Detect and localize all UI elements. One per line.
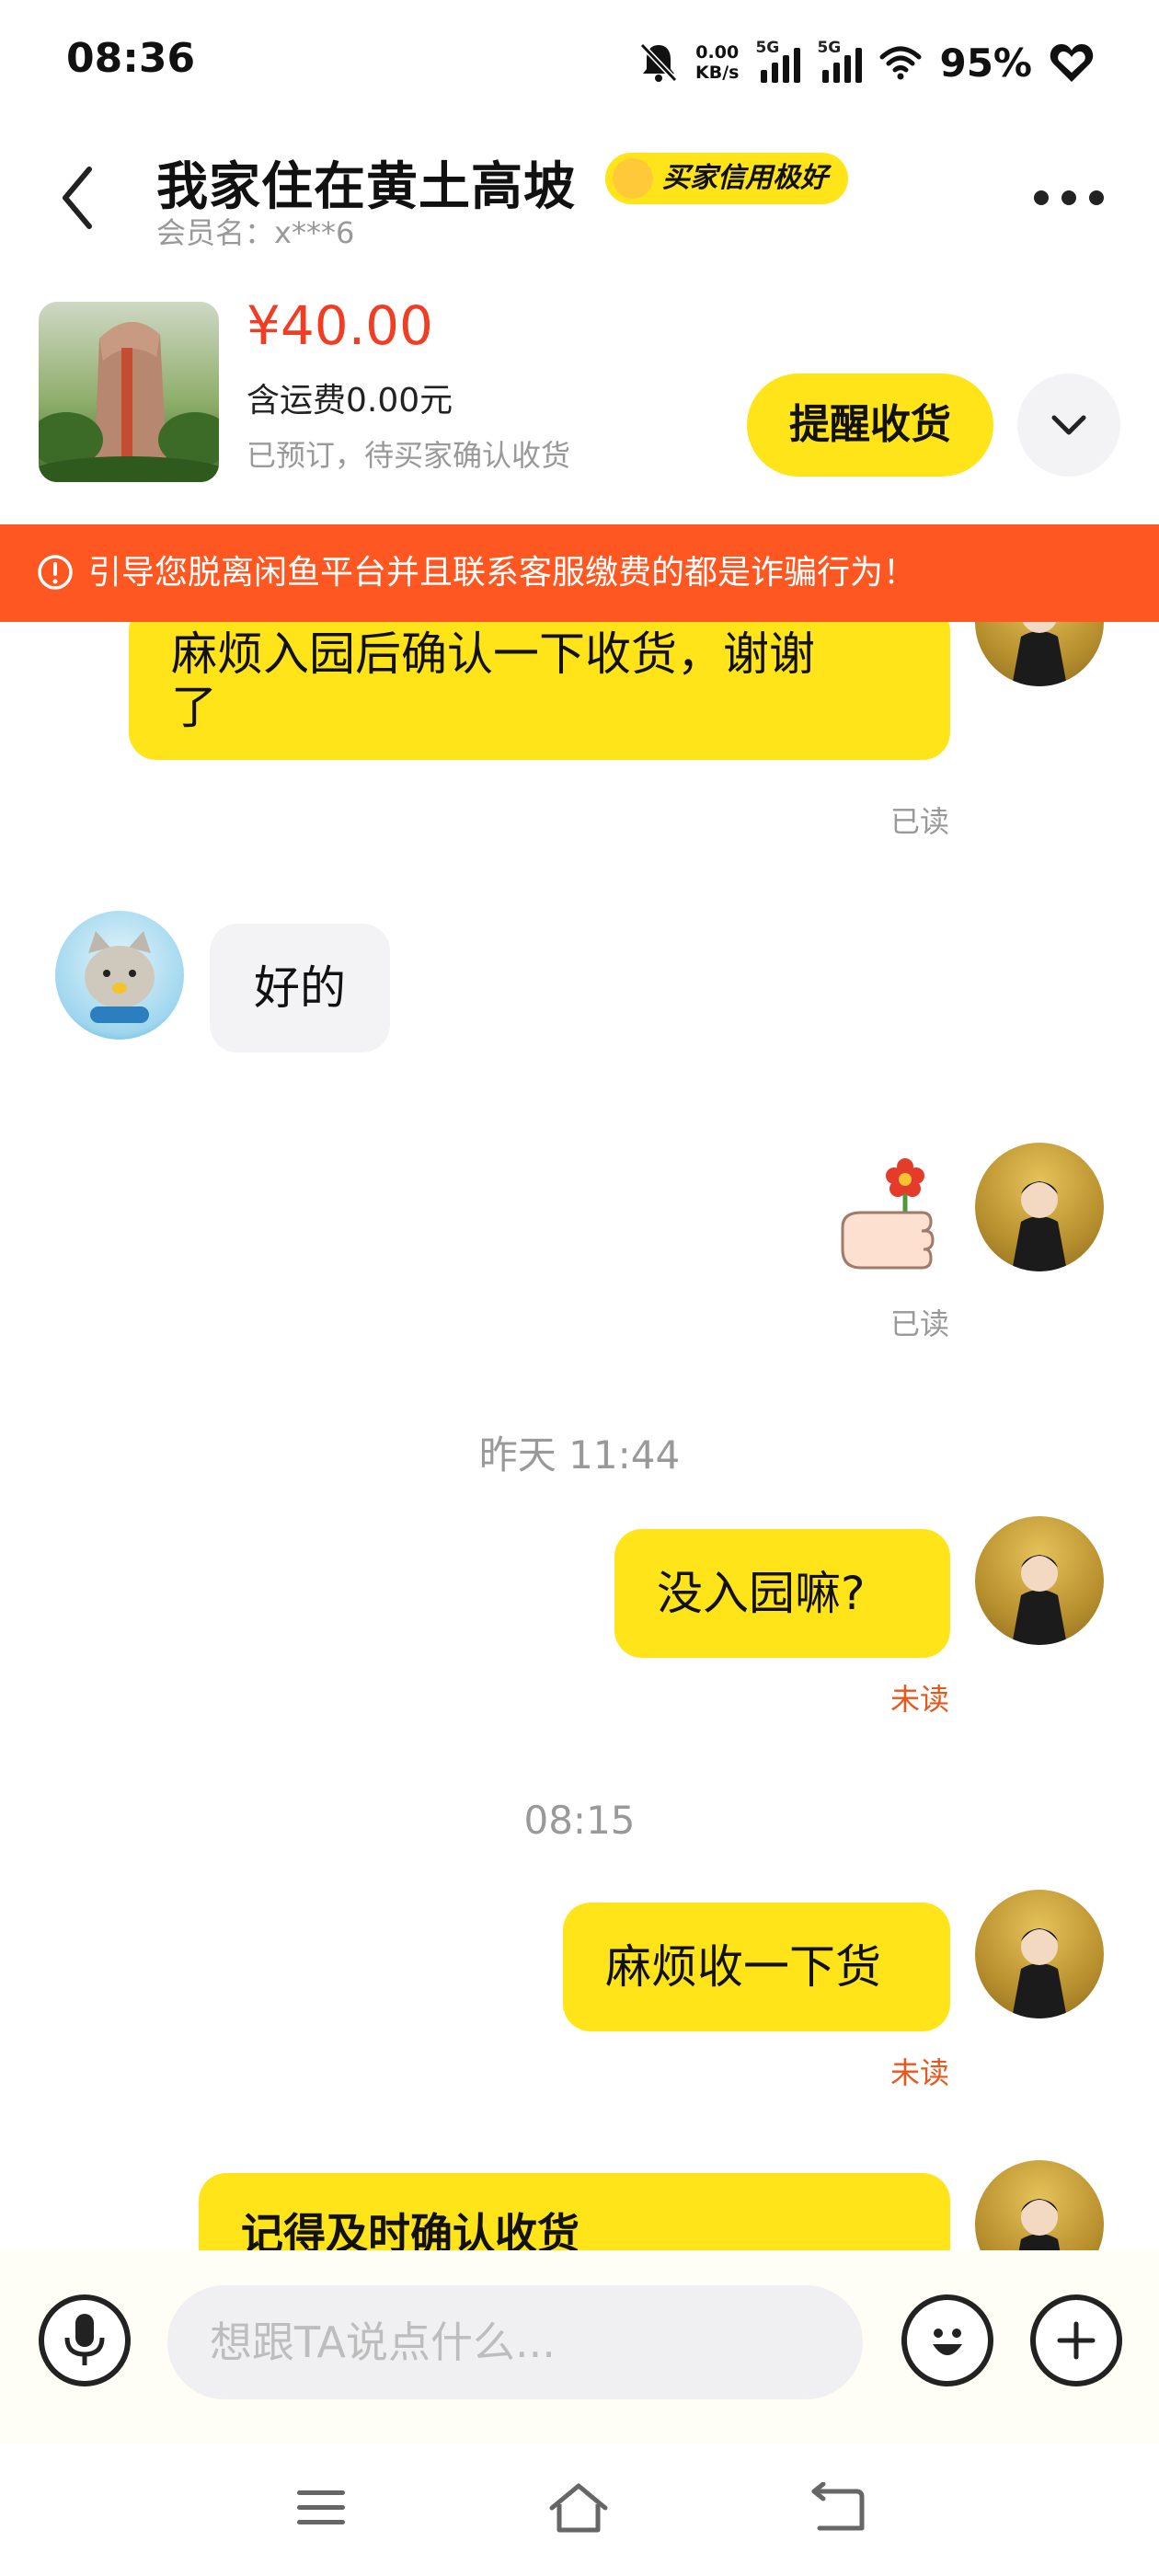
microphone-icon: [64, 2314, 105, 2365]
more-options-button[interactable]: [1034, 184, 1104, 212]
product-shipping: 含运费0.00元: [247, 382, 453, 420]
message-bubble[interactable]: 没入园嘛?: [614, 1529, 950, 1658]
message-text-line: 了: [171, 681, 217, 734]
read-status: 已读: [889, 1306, 949, 1341]
home-button[interactable]: [537, 2471, 620, 2545]
unread-status: 未读: [889, 1682, 949, 1717]
message-input-bar: [0, 2250, 1159, 2444]
my-avatar[interactable]: [975, 2160, 1104, 2250]
message-bubble[interactable]: 好的: [210, 924, 390, 1052]
chevron-down-icon: [1051, 415, 1086, 435]
wifi-icon: [879, 46, 922, 80]
status-bar: 08:36 0.00 KB/s 5G 5G 95%: [0, 0, 1159, 129]
my-avatar[interactable]: [975, 1516, 1104, 1645]
net-speed-unit: KB/s: [695, 63, 740, 83]
hand-flower-sticker[interactable]: [833, 1154, 944, 1281]
message-input[interactable]: [167, 2285, 863, 2399]
emoji-button[interactable]: [901, 2294, 993, 2386]
net-speed: 0.00 KB/s: [695, 42, 739, 83]
credit-badge: 买家信用极好: [605, 153, 848, 204]
read-status: 已读: [889, 804, 949, 839]
status-time: 08:36: [66, 35, 196, 82]
menu-button[interactable]: [280, 2471, 362, 2545]
message-bubble[interactable]: 麻烦入园后确认一下收货，谢谢 了: [129, 622, 950, 760]
unread-status: 未读: [889, 2055, 949, 2090]
other-avatar[interactable]: [55, 911, 184, 1040]
status-icons: 0.00 KB/s 5G 5G 95%: [638, 33, 1095, 92]
warning-text: 引导您脱离闲鱼平台并且联系客服缴费的都是诈骗行为！: [88, 554, 917, 592]
net-speed-value: 0.00: [695, 42, 740, 63]
timestamp: 昨天 11:44: [478, 1432, 681, 1478]
remind-receipt-button[interactable]: 提醒收货: [747, 374, 993, 477]
more-actions-button[interactable]: [1030, 2294, 1122, 2386]
chevron-left-icon: [63, 167, 92, 229]
order-status: 已预订，待买家确认收货: [247, 438, 571, 473]
smiley-icon: [933, 2329, 962, 2355]
my-avatar[interactable]: [975, 1890, 1104, 2018]
card-title: 记得及时确认收货: [241, 2209, 580, 2250]
product-price: ¥40.00: [247, 294, 433, 357]
timestamp: 08:15: [523, 1798, 636, 1843]
home-icon: [549, 2483, 608, 2533]
return-arrow-icon: [811, 2482, 865, 2531]
menu-icon: [297, 2490, 345, 2524]
product-card[interactable]: ¥40.00 含运费0.00元 已预订，待买家确认收货 提醒收货: [0, 285, 1159, 524]
page-title: 我家住在黄土高坡: [156, 157, 576, 217]
member-name: 会员名：x***6: [156, 215, 355, 250]
chat-header: 我家住在黄土高坡 买家信用极好 会员名：x***6: [0, 129, 1159, 285]
star-eyes-emoji-icon: [613, 158, 653, 199]
dot-icon: [1089, 190, 1104, 205]
battery-percent: 95%: [939, 40, 1032, 86]
dot-icon: [1034, 190, 1049, 205]
message-bubble[interactable]: 麻烦收一下货: [563, 1903, 950, 2031]
chat-messages[interactable]: 麻烦入园后确认一下收货，谢谢 了 已读 好的 已读 昨天 11:44 没入园嘛?…: [0, 622, 1159, 2250]
signal-icon: 5G: [755, 39, 801, 83]
message-text-line: 麻烦入园后确认一下收货，谢谢: [171, 627, 815, 681]
exclamation-circle-icon: [38, 555, 73, 590]
bell-muted-icon: [639, 42, 678, 83]
product-thumbnail[interactable]: [39, 302, 219, 482]
cat-avatar-icon: [85, 931, 155, 1023]
my-avatar[interactable]: [975, 622, 1104, 686]
heart-icon: [1050, 44, 1094, 82]
signal-icon: 5G: [817, 39, 863, 83]
fraud-warning-banner: 引导您脱离闲鱼平台并且联系客服缴费的都是诈骗行为！: [0, 524, 1159, 622]
signal-label: 5G: [755, 39, 780, 57]
credit-badge-label: 买家信用极好: [662, 162, 828, 194]
expand-button[interactable]: [1017, 374, 1120, 477]
plus-icon: [1057, 2321, 1096, 2360]
my-avatar[interactable]: [975, 1143, 1104, 1271]
back-button[interactable]: [46, 156, 110, 239]
confirm-receipt-card[interactable]: 记得及时确认收货: [199, 2173, 950, 2250]
signal-label: 5G: [817, 39, 842, 57]
dot-icon: [1061, 190, 1076, 205]
voice-button[interactable]: [39, 2294, 131, 2386]
back-nav-button[interactable]: [797, 2471, 879, 2545]
system-nav-bar: [0, 2444, 1159, 2576]
product-photo-rock: [39, 321, 219, 482]
